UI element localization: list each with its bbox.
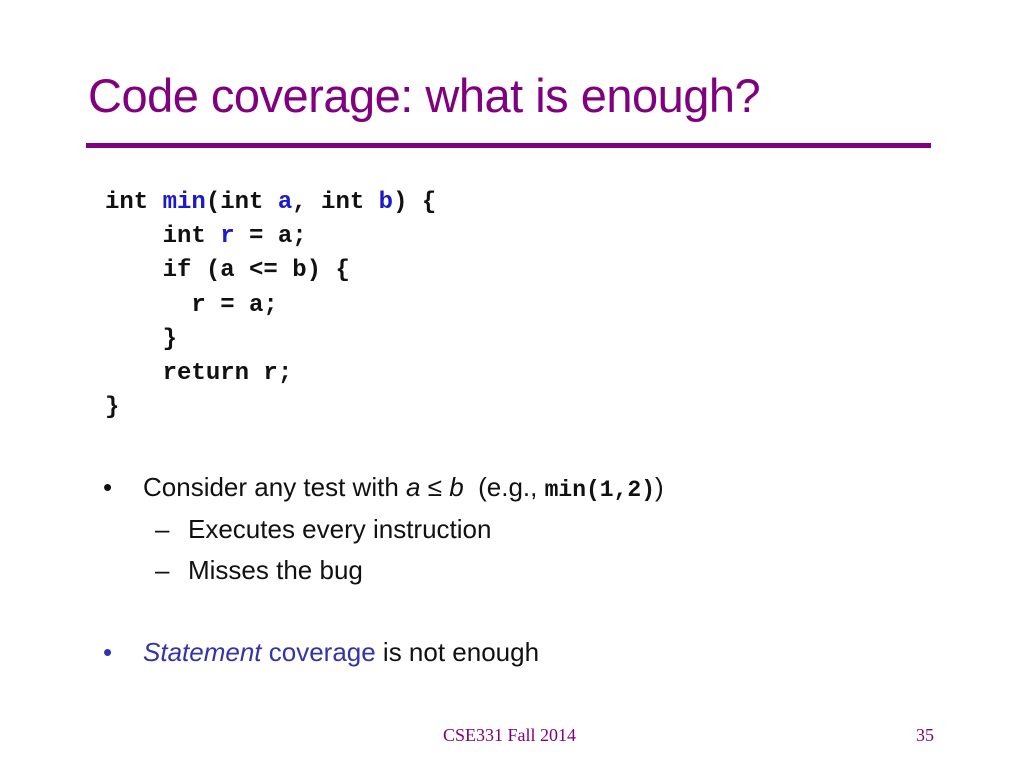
code-text: return r; (105, 359, 293, 387)
code-text: ) { (393, 189, 437, 216)
code-line: if (a <= b) { (105, 254, 436, 288)
slide-title: Code coverage: what is enough? (88, 69, 761, 122)
code-block: int min(int a, int b) { int r = a; if (a… (105, 186, 436, 425)
bullet-consider: Consider any test with a ≤ b (e.g., min(… (143, 472, 664, 503)
code-line: } (105, 391, 436, 425)
code-text: , int (292, 189, 379, 216)
code-identifier: r (220, 223, 235, 251)
code-line: r = a; (105, 289, 436, 323)
code-line: return r; (105, 357, 436, 391)
sub-bullet-marker: – (155, 555, 170, 585)
code-text: } (105, 394, 120, 422)
code-text: if (a <= b) { (105, 257, 350, 285)
code-text: int (105, 189, 163, 216)
code-text: } (105, 325, 178, 353)
code-text: = a; (234, 223, 307, 251)
bullet-text: Consider any test with (143, 472, 407, 502)
bullet-statement-coverage: Statement coverage is not enough (143, 637, 539, 668)
sub-bullet-executes: Executes every instruction (188, 514, 492, 544)
code-text: (int (205, 189, 278, 216)
code-line: int min(int a, int b) { (105, 186, 436, 220)
code-identifier: a (277, 189, 293, 216)
example-call: min(1,2) (544, 477, 656, 503)
leq-symbol: ≤ (420, 472, 450, 502)
bullet-marker: • (103, 637, 113, 667)
code-text: int (105, 223, 221, 251)
sub-bullet-misses: Misses the bug (188, 555, 363, 585)
code-identifier: min (162, 189, 206, 216)
paren-open: (e.g., (463, 472, 545, 502)
title-divider (86, 143, 931, 148)
statement-term: Statement (143, 637, 262, 667)
page-number: 35 (916, 725, 934, 745)
var-a: a (406, 472, 421, 502)
var-b: b (449, 472, 464, 502)
paren-close: ) (655, 472, 664, 502)
bullet-rest: is not enough (375, 637, 540, 667)
code-text: r = a; (105, 291, 278, 319)
footer-course: CSE331 Fall 2014 (443, 725, 577, 745)
bullet-marker: • (103, 472, 113, 502)
code-identifier: b (378, 189, 394, 216)
coverage-term: coverage (261, 637, 376, 667)
code-line: int r = a; (105, 220, 436, 254)
code-line: } (105, 323, 436, 357)
sub-bullet-marker: – (155, 514, 170, 544)
